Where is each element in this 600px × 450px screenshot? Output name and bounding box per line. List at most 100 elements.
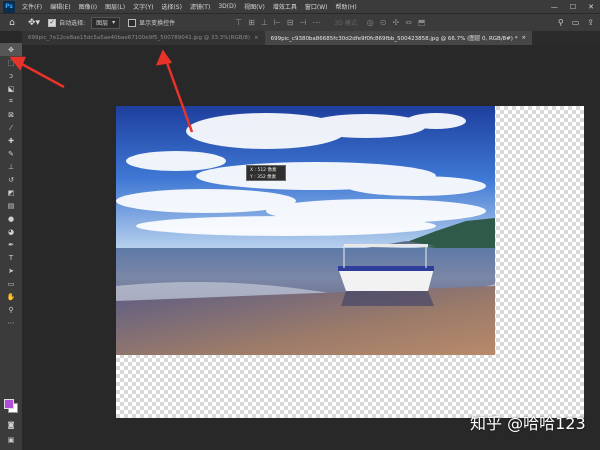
healing-icon: ✚ <box>8 136 14 145</box>
more-tools-icon: ⋯ <box>7 318 15 327</box>
menu-window[interactable]: 窗口(W) <box>301 2 332 11</box>
frame-tool[interactable]: ⊠ <box>0 108 22 121</box>
3d-roll-icon[interactable]: ⊙ <box>380 18 387 27</box>
stamp-tool[interactable]: ⊥ <box>0 160 22 173</box>
menu-layer[interactable]: 图层(L) <box>101 2 129 11</box>
shape-tool[interactable]: ▭ <box>0 277 22 290</box>
lasso-tool[interactable]: ↄ <box>0 69 22 82</box>
menu-view[interactable]: 视图(V) <box>240 2 269 11</box>
quick-mask-button[interactable]: ◙ <box>0 418 22 431</box>
blur-tool[interactable]: ● <box>0 212 22 225</box>
gradient-tool[interactable]: ▤ <box>0 199 22 212</box>
align-middle-icon[interactable]: ⊞ <box>248 18 255 27</box>
shape-icon: ▭ <box>7 279 15 288</box>
show-transform-label: 显示变换控件 <box>139 20 176 27</box>
tab-document-2[interactable]: 699pic_c9380ba86685fc30d2dfe9f0fc869fbb_… <box>264 31 533 45</box>
more-tools[interactable]: ⋯ <box>0 316 22 329</box>
screen-mode-button[interactable]: ▣ <box>0 433 22 446</box>
options-bar: ⌂ ✥▾ ✓ 自动选择: 图层 ▾ 显示变换控件 ⊤ ⊞ ⊥ ⊢ ⊟ ⊣ ⋯ 3… <box>0 13 600 31</box>
move-info-tooltip: X : 512 像素 Y : 352 像素 <box>246 165 286 181</box>
workspace-icon[interactable]: ▭ <box>572 18 580 27</box>
auto-select-dropdown[interactable]: 图层 ▾ <box>91 16 121 29</box>
3d-scale-icon[interactable]: ⬒ <box>418 18 426 27</box>
maximize-icon[interactable]: ☐ <box>570 3 576 11</box>
menu-bar: Ps 文件(F) 编辑(E) 图像(I) 图层(L) 文字(Y) 选择(S) 滤… <box>0 0 600 13</box>
close-window-icon[interactable]: ✕ <box>588 3 594 11</box>
auto-select-checkbox[interactable]: ✓ <box>48 18 57 27</box>
path-select-tool[interactable]: ➤ <box>0 264 22 277</box>
dodge-icon: ◕ <box>7 227 15 236</box>
pen-tool[interactable]: ✒ <box>0 238 22 251</box>
object-select-tool[interactable]: ⬕ <box>0 82 22 95</box>
align-right-icon[interactable]: ⊣ <box>299 18 306 27</box>
tab-label: 699pic_c9380ba86685fc30d2dfe9f0fc869fbb_… <box>270 36 518 42</box>
3d-drag-icon[interactable]: ✣ <box>392 18 399 27</box>
menu-type[interactable]: 文字(Y) <box>129 2 157 11</box>
history-brush-tool[interactable]: ↺ <box>0 173 22 186</box>
auto-select-label: 自动选择: <box>59 20 86 27</box>
type-icon: T <box>8 253 14 262</box>
tab-document-1[interactable]: 699pic_7e12ce8ae15dc5a5ae40bae67100e9f5_… <box>22 31 265 45</box>
show-transform-checkbox[interactable] <box>128 18 137 27</box>
brush-tool[interactable]: ✎ <box>0 147 22 160</box>
pen-icon: ✒ <box>8 240 14 249</box>
align-left-icon[interactable]: ⊢ <box>274 18 281 27</box>
menu-file[interactable]: 文件(F) <box>18 2 46 11</box>
frame-icon: ⊠ <box>8 110 14 119</box>
hand-tool[interactable]: ✋ <box>0 290 22 303</box>
eyedropper-tool[interactable]: ⁄ <box>0 121 22 134</box>
info-y: Y : 352 像素 <box>250 175 277 180</box>
align-top-icon[interactable]: ⊤ <box>235 18 242 27</box>
menu-edit[interactable]: 编辑(E) <box>46 2 74 11</box>
minimize-icon[interactable]: — <box>551 3 558 11</box>
close-icon[interactable]: × <box>521 35 526 41</box>
healing-tool[interactable]: ✚ <box>0 134 22 147</box>
eraser-tool[interactable]: ◩ <box>0 186 22 199</box>
3d-mode-icons: ◎ ⊙ ✣ ⇔ ⬒ <box>367 18 426 27</box>
marquee-tool[interactable]: ⬚ <box>0 56 22 69</box>
screen-mode-icon: ▣ <box>7 435 15 444</box>
lasso-icon: ↄ <box>9 71 13 80</box>
foreground-color-swatch[interactable] <box>4 399 14 409</box>
beach-photo-layer[interactable] <box>116 106 495 355</box>
distribute-icon[interactable]: ⋯ <box>312 18 320 27</box>
document-tabs: 699pic_7e12ce8ae15dc5a5ae40bae67100e9f5_… <box>22 31 600 45</box>
3d-mode-label: 3D 模式: <box>334 20 359 27</box>
zoom-icon: ⚲ <box>8 305 14 314</box>
menu-image[interactable]: 图像(I) <box>75 2 101 11</box>
close-icon[interactable]: × <box>254 35 259 41</box>
eraser-icon: ◩ <box>7 188 15 197</box>
3d-rotate-icon[interactable]: ◎ <box>367 18 374 27</box>
home-icon[interactable]: ⌂ <box>6 17 18 29</box>
app-logo[interactable]: Ps <box>3 0 15 13</box>
tab-label: 699pic_7e12ce8ae15dc5a5ae40bae67100e9f5_… <box>28 35 251 41</box>
dodge-tool[interactable]: ◕ <box>0 225 22 238</box>
menu-plugins[interactable]: 增效工具 <box>269 2 301 11</box>
type-tool[interactable]: T <box>0 251 22 264</box>
window-controls: — ☐ ✕ <box>551 3 600 11</box>
align-bottom-icon[interactable]: ⊥ <box>261 18 268 27</box>
hand-icon: ✋ <box>6 292 16 301</box>
zoom-tool[interactable]: ⚲ <box>0 303 22 316</box>
object-select-icon: ⬕ <box>7 84 15 93</box>
auto-select-value: 图层 <box>96 20 109 27</box>
stamp-icon: ⊥ <box>7 162 15 171</box>
share-icon[interactable]: ⇪ <box>587 18 594 27</box>
align-center-icon[interactable]: ⊟ <box>287 18 294 27</box>
history-brush-icon: ↺ <box>8 175 14 184</box>
search-icon[interactable]: ⚲ <box>558 18 564 27</box>
menu-select[interactable]: 选择(S) <box>157 2 186 11</box>
3d-slide-icon[interactable]: ⇔ <box>405 18 412 27</box>
crop-tool[interactable]: ⌗ <box>0 95 22 108</box>
menu-filter[interactable]: 滤镜(T) <box>186 2 214 11</box>
quick-mask-icon: ◙ <box>7 420 15 429</box>
blur-icon: ● <box>7 214 15 223</box>
watermark: 知乎 @哈哈123 <box>470 414 586 433</box>
move-tool-preset-icon[interactable]: ✥▾ <box>28 18 40 28</box>
align-buttons: ⊤ ⊞ ⊥ ⊢ ⊟ ⊣ ⋯ <box>235 18 320 27</box>
eyedropper-icon: ⁄ <box>10 123 12 132</box>
move-tool[interactable]: ✥ <box>0 43 22 56</box>
menu-help[interactable]: 帮助(H) <box>332 2 361 11</box>
menu-3d[interactable]: 3D(D) <box>214 3 240 10</box>
tools-panel: ✥ ⬚ ↄ ⬕ ⌗ ⊠ ⁄ ✚ ✎ ⊥ ↺ ◩ ▤ ● ◕ ✒ T ➤ ▭ ✋ … <box>0 43 23 450</box>
